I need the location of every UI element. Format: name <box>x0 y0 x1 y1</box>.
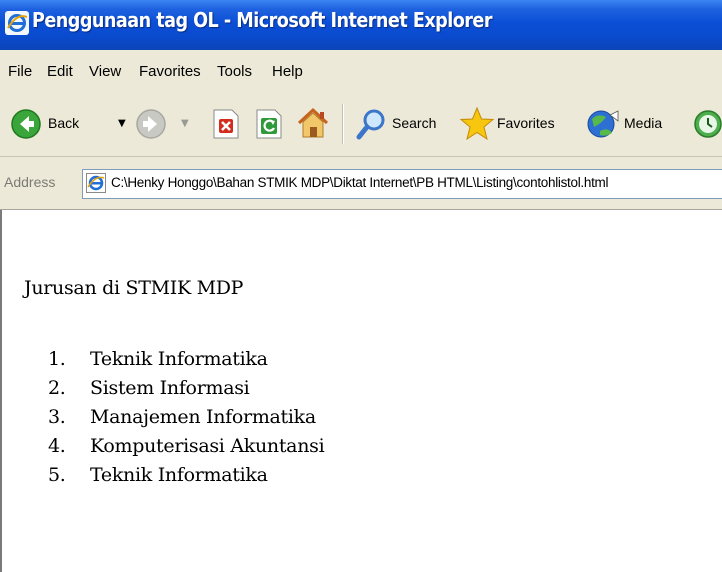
ie-logo-icon <box>5 11 29 35</box>
menu-help[interactable]: Help <box>272 63 303 80</box>
back-arrow-icon <box>11 109 41 139</box>
list-item: 4. Komputerisasi Akuntansi <box>48 435 325 464</box>
search-label: Search <box>392 115 437 131</box>
list-item: 1. Teknik Informatika <box>48 348 324 377</box>
search-icon <box>356 109 385 140</box>
menu-bar: File Edit View Favorites Tools Help <box>0 50 722 93</box>
stop-icon[interactable] <box>210 108 240 140</box>
list-text: Manajemen Informatika <box>90 406 316 428</box>
address-bar: Address C:\Henky Honggo\Bahan STMIK MDP\… <box>0 157 722 210</box>
menu-favorites[interactable]: Favorites <box>139 63 201 80</box>
menu-tools[interactable]: Tools <box>217 63 252 80</box>
list-number: 2. <box>48 377 66 399</box>
favorites-label: Favorites <box>497 115 555 131</box>
page-content: Jurusan di STMIK MDP 1. Teknik Informatik… <box>0 210 722 572</box>
list-number: 4. <box>48 435 66 457</box>
toolbar: Back ▼ ▼ Search Favorites Media <box>0 92 722 157</box>
list-item: 3. Manajemen Informatika <box>48 406 324 435</box>
list-text: Teknik Informatika <box>90 464 268 486</box>
toolbar-separator <box>342 104 343 144</box>
title-bar[interactable]: Penggunaan tag OL - Microsoft Internet E… <box>0 0 722 50</box>
address-url: C:\Henky Honggo\Bahan STMIK MDP\Diktat I… <box>111 175 609 190</box>
media-label: Media <box>624 115 663 131</box>
menu-view[interactable]: View <box>89 63 121 80</box>
list-number: 5. <box>48 464 66 486</box>
star-icon <box>459 106 495 141</box>
list-text: Komputerisasi Akuntansi <box>90 435 325 457</box>
favorites-button[interactable]: Favorites <box>457 92 575 156</box>
home-icon[interactable] <box>295 106 331 140</box>
back-button[interactable]: Back <box>6 92 106 156</box>
address-input[interactable]: C:\Henky Honggo\Bahan STMIK MDP\Diktat I… <box>82 169 722 199</box>
page-heading: Jurusan di STMIK MDP <box>24 277 244 299</box>
list-text: Teknik Informatika <box>90 348 268 370</box>
media-button[interactable]: Media <box>584 92 674 156</box>
address-label: Address <box>4 174 56 190</box>
search-button[interactable]: Search <box>352 92 452 156</box>
back-label: Back <box>48 115 80 131</box>
forward-arrow-icon[interactable] <box>135 108 167 140</box>
media-icon <box>587 110 619 138</box>
list-item: 5. Teknik Informatika <box>48 464 324 493</box>
ordered-list: 1. Teknik Informatika 2. Sistem Informasi … <box>48 348 325 493</box>
history-icon[interactable] <box>690 107 722 141</box>
refresh-icon[interactable] <box>253 108 283 140</box>
back-dropdown-icon[interactable]: ▼ <box>118 118 126 129</box>
forward-dropdown-icon[interactable]: ▼ <box>181 118 189 129</box>
list-text: Sistem Informasi <box>90 377 250 399</box>
list-number: 3. <box>48 406 66 428</box>
menu-file[interactable]: File <box>8 63 32 80</box>
page-icon <box>86 173 106 193</box>
window-title: Penggunaan tag OL - Microsoft Internet E… <box>32 8 493 32</box>
list-item: 2. Sistem Informasi <box>48 377 324 406</box>
menu-edit[interactable]: Edit <box>47 63 73 80</box>
list-number: 1. <box>48 348 66 370</box>
